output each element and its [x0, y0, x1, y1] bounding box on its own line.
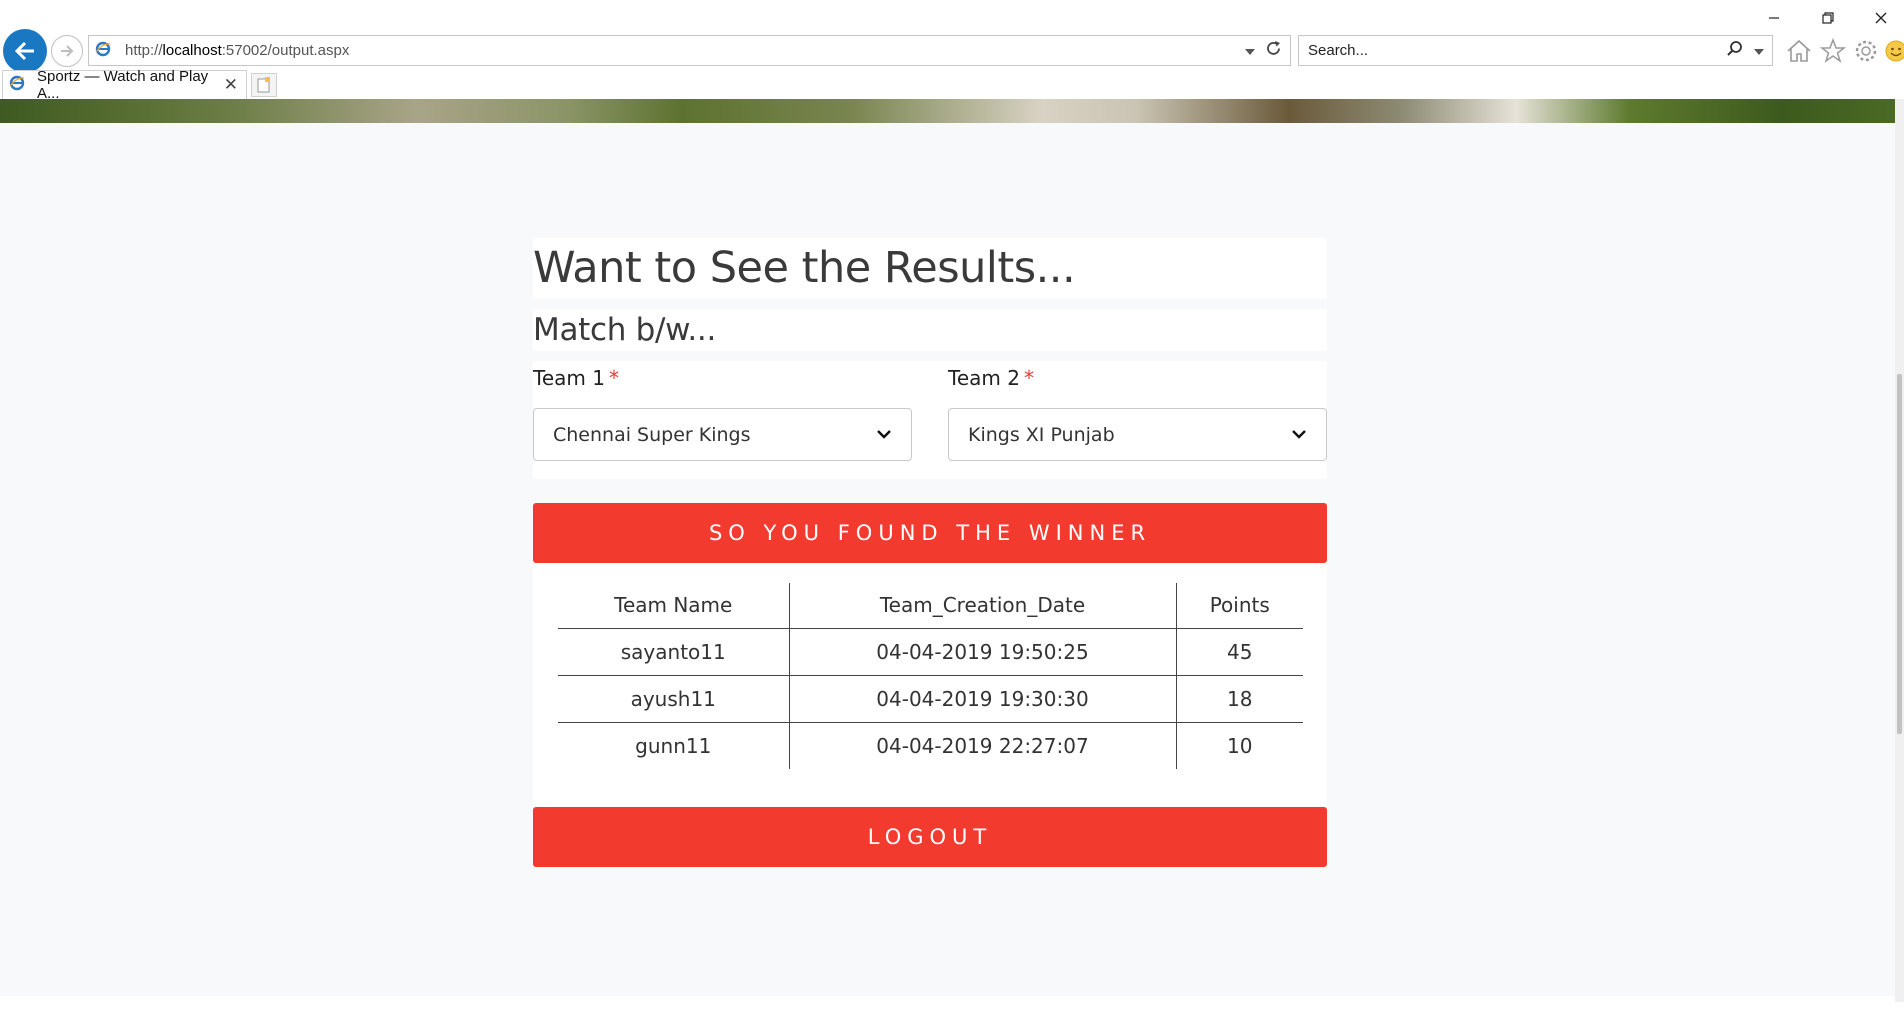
logout-button[interactable]: LOGOUT [533, 807, 1327, 867]
creation-date-cell: 04-04-2019 19:50:25 [789, 628, 1177, 676]
new-tab-icon[interactable] [251, 73, 277, 97]
points-cell: 18 [1176, 675, 1303, 723]
ie-logo-icon [95, 41, 111, 61]
team2-selected-value: Kings XI Punjab [968, 423, 1115, 446]
tab-bar: Sportz — Watch and Play A... ✕ [0, 68, 1904, 102]
required-mark: * [608, 366, 619, 390]
team1-field: Team 1 * Chennai Super Kings [533, 361, 912, 461]
page-title: Want to See the Results... [533, 243, 1076, 293]
search-icon[interactable] [1726, 40, 1744, 62]
search-placeholder: Search... [1308, 42, 1369, 59]
team2-select[interactable]: Kings XI Punjab [948, 408, 1327, 461]
refresh-icon[interactable] [1265, 40, 1282, 61]
scrollbar-thumb[interactable] [1897, 374, 1902, 734]
forward-button[interactable] [51, 35, 83, 67]
team2-field: Team 2 * Kings XI Punjab [948, 361, 1327, 461]
creation-date-cell: 04-04-2019 19:30:30 [789, 675, 1177, 723]
browser-tab[interactable]: Sportz — Watch and Play A... ✕ [2, 68, 247, 102]
team-name-cell: sayanto11 [558, 628, 790, 676]
close-tab-icon[interactable]: ✕ [224, 75, 238, 95]
browser-chrome: http://localhost:57002/output.aspx Searc… [0, 0, 1904, 102]
team-name-cell: ayush11 [558, 675, 790, 723]
column-header: Team Name [558, 583, 790, 629]
settings-gear-icon[interactable] [1852, 37, 1880, 65]
team-name-cell: gunn11 [558, 722, 790, 769]
team-select-form: Team 1 * Chennai Super Kings Team 2 * King… [533, 361, 1327, 479]
table-row: ayush11 04-04-2019 19:30:30 18 [558, 675, 1303, 723]
back-arrow-icon [14, 41, 34, 61]
team1-selected-value: Chennai Super Kings [553, 423, 751, 446]
results-table-container: Team Name Team_Creation_Date Points saya… [533, 563, 1327, 807]
address-bar[interactable]: http://localhost:57002/output.aspx [88, 35, 1291, 66]
url-text: http://localhost:57002/output.aspx [125, 42, 350, 59]
table-header-row: Team Name Team_Creation_Date Points [558, 583, 1303, 629]
page-subtitle-block: Match b/w... [533, 309, 1327, 351]
page-footer-area [0, 996, 1895, 1026]
page-subtitle: Match b/w... [533, 312, 717, 348]
search-box[interactable]: Search... [1298, 35, 1773, 66]
tab-title: Sportz — Watch and Play A... [37, 68, 209, 102]
restore-icon[interactable] [1811, 6, 1845, 30]
table-row: sayanto11 04-04-2019 19:50:25 45 [558, 628, 1303, 676]
team1-label: Team 1 * [533, 366, 619, 390]
tab-ie-logo-icon [9, 75, 25, 95]
results-table: Team Name Team_Creation_Date Points saya… [558, 583, 1303, 769]
points-cell: 45 [1176, 628, 1303, 676]
close-window-icon[interactable] [1864, 6, 1898, 30]
column-header: Points [1176, 583, 1303, 629]
back-button[interactable] [3, 29, 47, 73]
chevron-down-icon [875, 425, 893, 448]
find-winner-button[interactable]: SO YOU FOUND THE WINNER [533, 503, 1327, 563]
column-header: Team_Creation_Date [789, 583, 1177, 629]
required-mark: * [1023, 366, 1034, 390]
favorites-star-icon[interactable] [1819, 37, 1847, 65]
search-dropdown-caret-icon[interactable] [1754, 42, 1764, 59]
creation-date-cell: 04-04-2019 22:27:07 [789, 722, 1177, 769]
points-cell: 10 [1227, 733, 1253, 758]
page-title-block: Want to See the Results... [533, 238, 1327, 299]
vertical-scrollbar[interactable] [1895, 99, 1904, 1002]
table-row: gunn11 04-04-2019 22:27:07 10 [558, 722, 1303, 769]
smiley-feedback-icon[interactable] [1882, 37, 1904, 65]
dropdown-caret-icon[interactable] [1245, 42, 1255, 59]
chevron-down-icon [1290, 425, 1308, 448]
team2-label: Team 2 * [948, 366, 1034, 390]
hero-image-strip [0, 99, 1895, 123]
team1-select[interactable]: Chennai Super Kings [533, 408, 912, 461]
forward-arrow-icon [61, 45, 74, 57]
home-icon[interactable] [1785, 37, 1813, 65]
minimize-icon[interactable] [1757, 6, 1791, 30]
